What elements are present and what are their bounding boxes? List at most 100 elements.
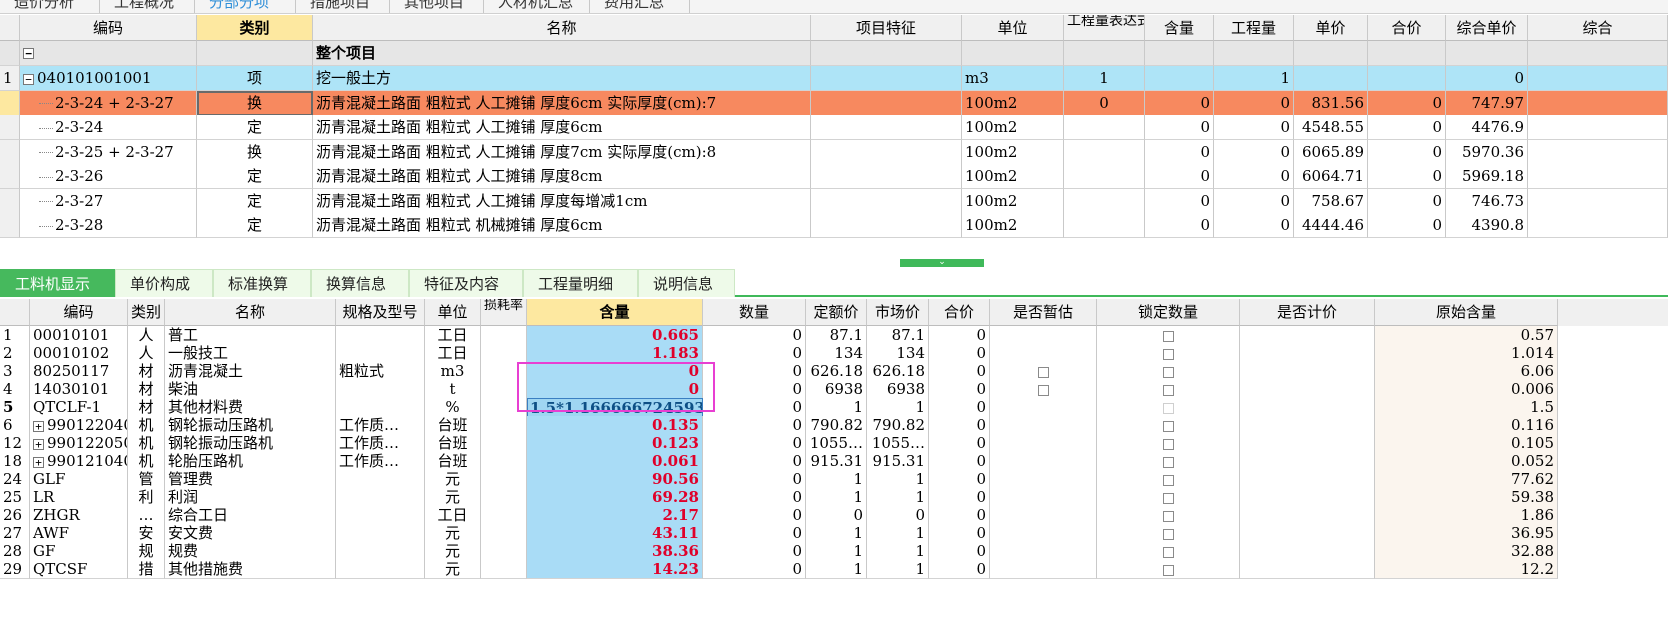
lower-header-1[interactable]: 编码	[30, 299, 128, 326]
lower-cell-blank[interactable]	[1240, 416, 1375, 435]
lower-cell-type[interactable]: 材	[128, 380, 165, 399]
lower-cell-name[interactable]: 规费	[165, 542, 336, 561]
lower-cell-total[interactable]: 0	[929, 488, 990, 507]
lower-cell-unit[interactable]: 工日	[425, 326, 481, 345]
upper-header-9[interactable]: 单价	[1294, 15, 1368, 41]
lower-row[interactable]: 29 QTCSF 措其他措施费 元 14.23 0 1 1 0 12.2	[0, 560, 1668, 579]
lower-cell-spec[interactable]	[336, 326, 425, 345]
lower-cell-total[interactable]: 0	[929, 380, 990, 399]
lower-cell-quota[interactable]: 1	[806, 488, 867, 507]
lower-cell-amount[interactable]: 0	[703, 524, 806, 543]
upper-cell-price[interactable]: 6065.89	[1294, 139, 1368, 165]
checkbox-icon[interactable]	[1162, 348, 1174, 360]
upper-cell-type[interactable]: 定	[197, 213, 313, 238]
lower-cell-quota[interactable]: 915.31	[806, 452, 867, 471]
lower-cell-quota[interactable]: 626.18	[806, 362, 867, 381]
upper-cell-unit[interactable]: 100m2	[962, 213, 1064, 238]
lower-cell-est[interactable]	[990, 506, 1097, 525]
lower-cell-type[interactable]: 机	[128, 434, 165, 453]
upper-cell-code[interactable]: 2-3-25 + 2-3-27	[20, 139, 197, 165]
lower-cell-orig[interactable]: 1.86	[1375, 506, 1558, 525]
lower-cell-market[interactable]: 134	[867, 344, 929, 363]
lower-cell-code[interactable]: QTCLF-1	[30, 398, 128, 417]
upper-header-8[interactable]: 工程量	[1214, 15, 1294, 41]
upper-cell-expr[interactable]	[1064, 115, 1145, 140]
lower-cell-spec[interactable]: 工作质…	[336, 416, 425, 435]
upper-cell-feature[interactable]	[811, 188, 962, 214]
lower-cell-code[interactable]: 00010102	[30, 344, 128, 363]
detail-tab-3[interactable]: 换算信息	[311, 269, 409, 297]
lower-row[interactable]: 24 GLF 管管理费 元 90.56 0 1 1 0 77.62	[0, 470, 1668, 489]
lower-cell-content[interactable]: 14.23	[527, 560, 703, 579]
detail-tab-6[interactable]: 说明信息	[638, 269, 735, 297]
top-tab-1[interactable]: 工程概况	[100, 0, 195, 13]
upper-row[interactable]: 2-3-28 定 沥青混凝土路面 粗粒式 机械摊铺 厚度6cm 100m2 0 0 4444…	[0, 213, 1668, 238]
lower-cell-spec[interactable]	[336, 344, 425, 363]
lower-cell-code[interactable]: +990122040	[30, 416, 128, 435]
lower-cell-spec[interactable]	[336, 488, 425, 507]
lower-cell-blank[interactable]	[481, 488, 527, 507]
lower-cell-code[interactable]: +990121040	[30, 452, 128, 471]
checkbox-icon[interactable]	[1162, 402, 1174, 414]
lower-cell-code[interactable]: +990122050	[30, 434, 128, 453]
upper-cell-unit[interactable]: 100m2	[962, 139, 1064, 165]
upper-cell-comp[interactable]: 0	[1446, 66, 1528, 91]
checkbox-icon[interactable]	[1037, 384, 1049, 396]
checkbox-icon[interactable]	[1162, 546, 1174, 558]
lower-cell-lock[interactable]	[1097, 380, 1240, 399]
checkbox-icon[interactable]	[1162, 474, 1174, 486]
lower-cell-total[interactable]: 0	[929, 452, 990, 471]
lower-cell-orig[interactable]: 12.2	[1375, 560, 1558, 579]
collapse-icon[interactable]: −	[23, 48, 34, 59]
lower-cell-content[interactable]: 90.56	[527, 470, 703, 489]
lower-cell-blank[interactable]	[1240, 380, 1375, 399]
upper-cell-comp[interactable]: 4390.8	[1446, 213, 1528, 238]
upper-row[interactable]: 2-3-24 定 沥青混凝土路面 粗粒式 人工摊铺 厚度6cm 100m2 0 0 4548…	[0, 115, 1668, 140]
lower-cell-amount[interactable]: 0	[703, 470, 806, 489]
upper-header-6[interactable]: 工程量表达式	[1064, 15, 1145, 41]
lower-cell-unit[interactable]: 元	[425, 488, 481, 507]
lower-cell-spec[interactable]	[336, 398, 425, 417]
detail-tab-4[interactable]: 特征及内容	[409, 269, 523, 297]
detail-tab-5[interactable]: 工程量明细	[523, 269, 638, 297]
lower-cell-blank[interactable]	[1240, 362, 1375, 381]
lower-cell-amount[interactable]: 0	[703, 560, 806, 579]
lower-cell-market[interactable]: 0	[867, 506, 929, 525]
lower-cell-market[interactable]: 1	[867, 542, 929, 561]
lower-cell-name[interactable]: 沥青混凝土	[165, 362, 336, 381]
top-tab-6[interactable]: 费用汇总	[590, 0, 690, 13]
checkbox-icon[interactable]	[1162, 366, 1174, 378]
lower-cell-orig[interactable]: 0.006	[1375, 380, 1558, 399]
lower-cell-code[interactable]: LR	[30, 488, 128, 507]
lower-cell-total[interactable]: 0	[929, 344, 990, 363]
lower-cell-amount[interactable]: 0	[703, 380, 806, 399]
lower-cell-content[interactable]: 43.11	[527, 524, 703, 543]
detail-tab-1[interactable]: 单价构成	[115, 269, 213, 297]
lower-cell-total[interactable]: 0	[929, 560, 990, 579]
upper-cell-qty[interactable]: 1	[1214, 66, 1294, 91]
upper-cell-extra[interactable]	[1528, 66, 1668, 91]
lower-row[interactable]: 3 80250117 材沥青混凝土 粗粒式 m3 0 0 626.18 626.18 0 6.06	[0, 362, 1668, 381]
lower-cell-type[interactable]: 管	[128, 470, 165, 489]
upper-cell-type[interactable]: 定	[197, 115, 313, 140]
upper-cell-qty[interactable]: 0	[1214, 90, 1294, 116]
lower-cell-spec[interactable]	[336, 542, 425, 561]
lower-cell-name[interactable]: 钢轮振动压路机	[165, 416, 336, 435]
lower-cell-type[interactable]: 安	[128, 524, 165, 543]
lower-cell-code[interactable]: 00010101	[30, 326, 128, 345]
lower-cell-unit[interactable]: 台班	[425, 416, 481, 435]
lower-cell-type[interactable]: 材	[128, 398, 165, 417]
lower-cell-type[interactable]: 机	[128, 452, 165, 471]
upper-cell-comp[interactable]: 5970.36	[1446, 139, 1528, 165]
upper-cell-total[interactable]: 0	[1368, 115, 1446, 140]
upper-cell-qty[interactable]: 0	[1214, 164, 1294, 189]
upper-row[interactable]: 2-3-24 + 2-3-27 换 沥青混凝土路面 粗粒式 人工摊铺 厚度6cm 实…	[0, 90, 1668, 116]
lower-cell-total[interactable]: 0	[929, 362, 990, 381]
upper-cell-unit[interactable]: 100m2	[962, 115, 1064, 140]
lower-cell-blank[interactable]	[1240, 560, 1375, 579]
upper-cell-feature[interactable]	[811, 139, 962, 165]
lower-cell-est[interactable]	[990, 434, 1097, 453]
lower-cell-est[interactable]	[990, 416, 1097, 435]
lower-cell-est[interactable]	[990, 542, 1097, 561]
lower-cell-type[interactable]: 措	[128, 560, 165, 579]
